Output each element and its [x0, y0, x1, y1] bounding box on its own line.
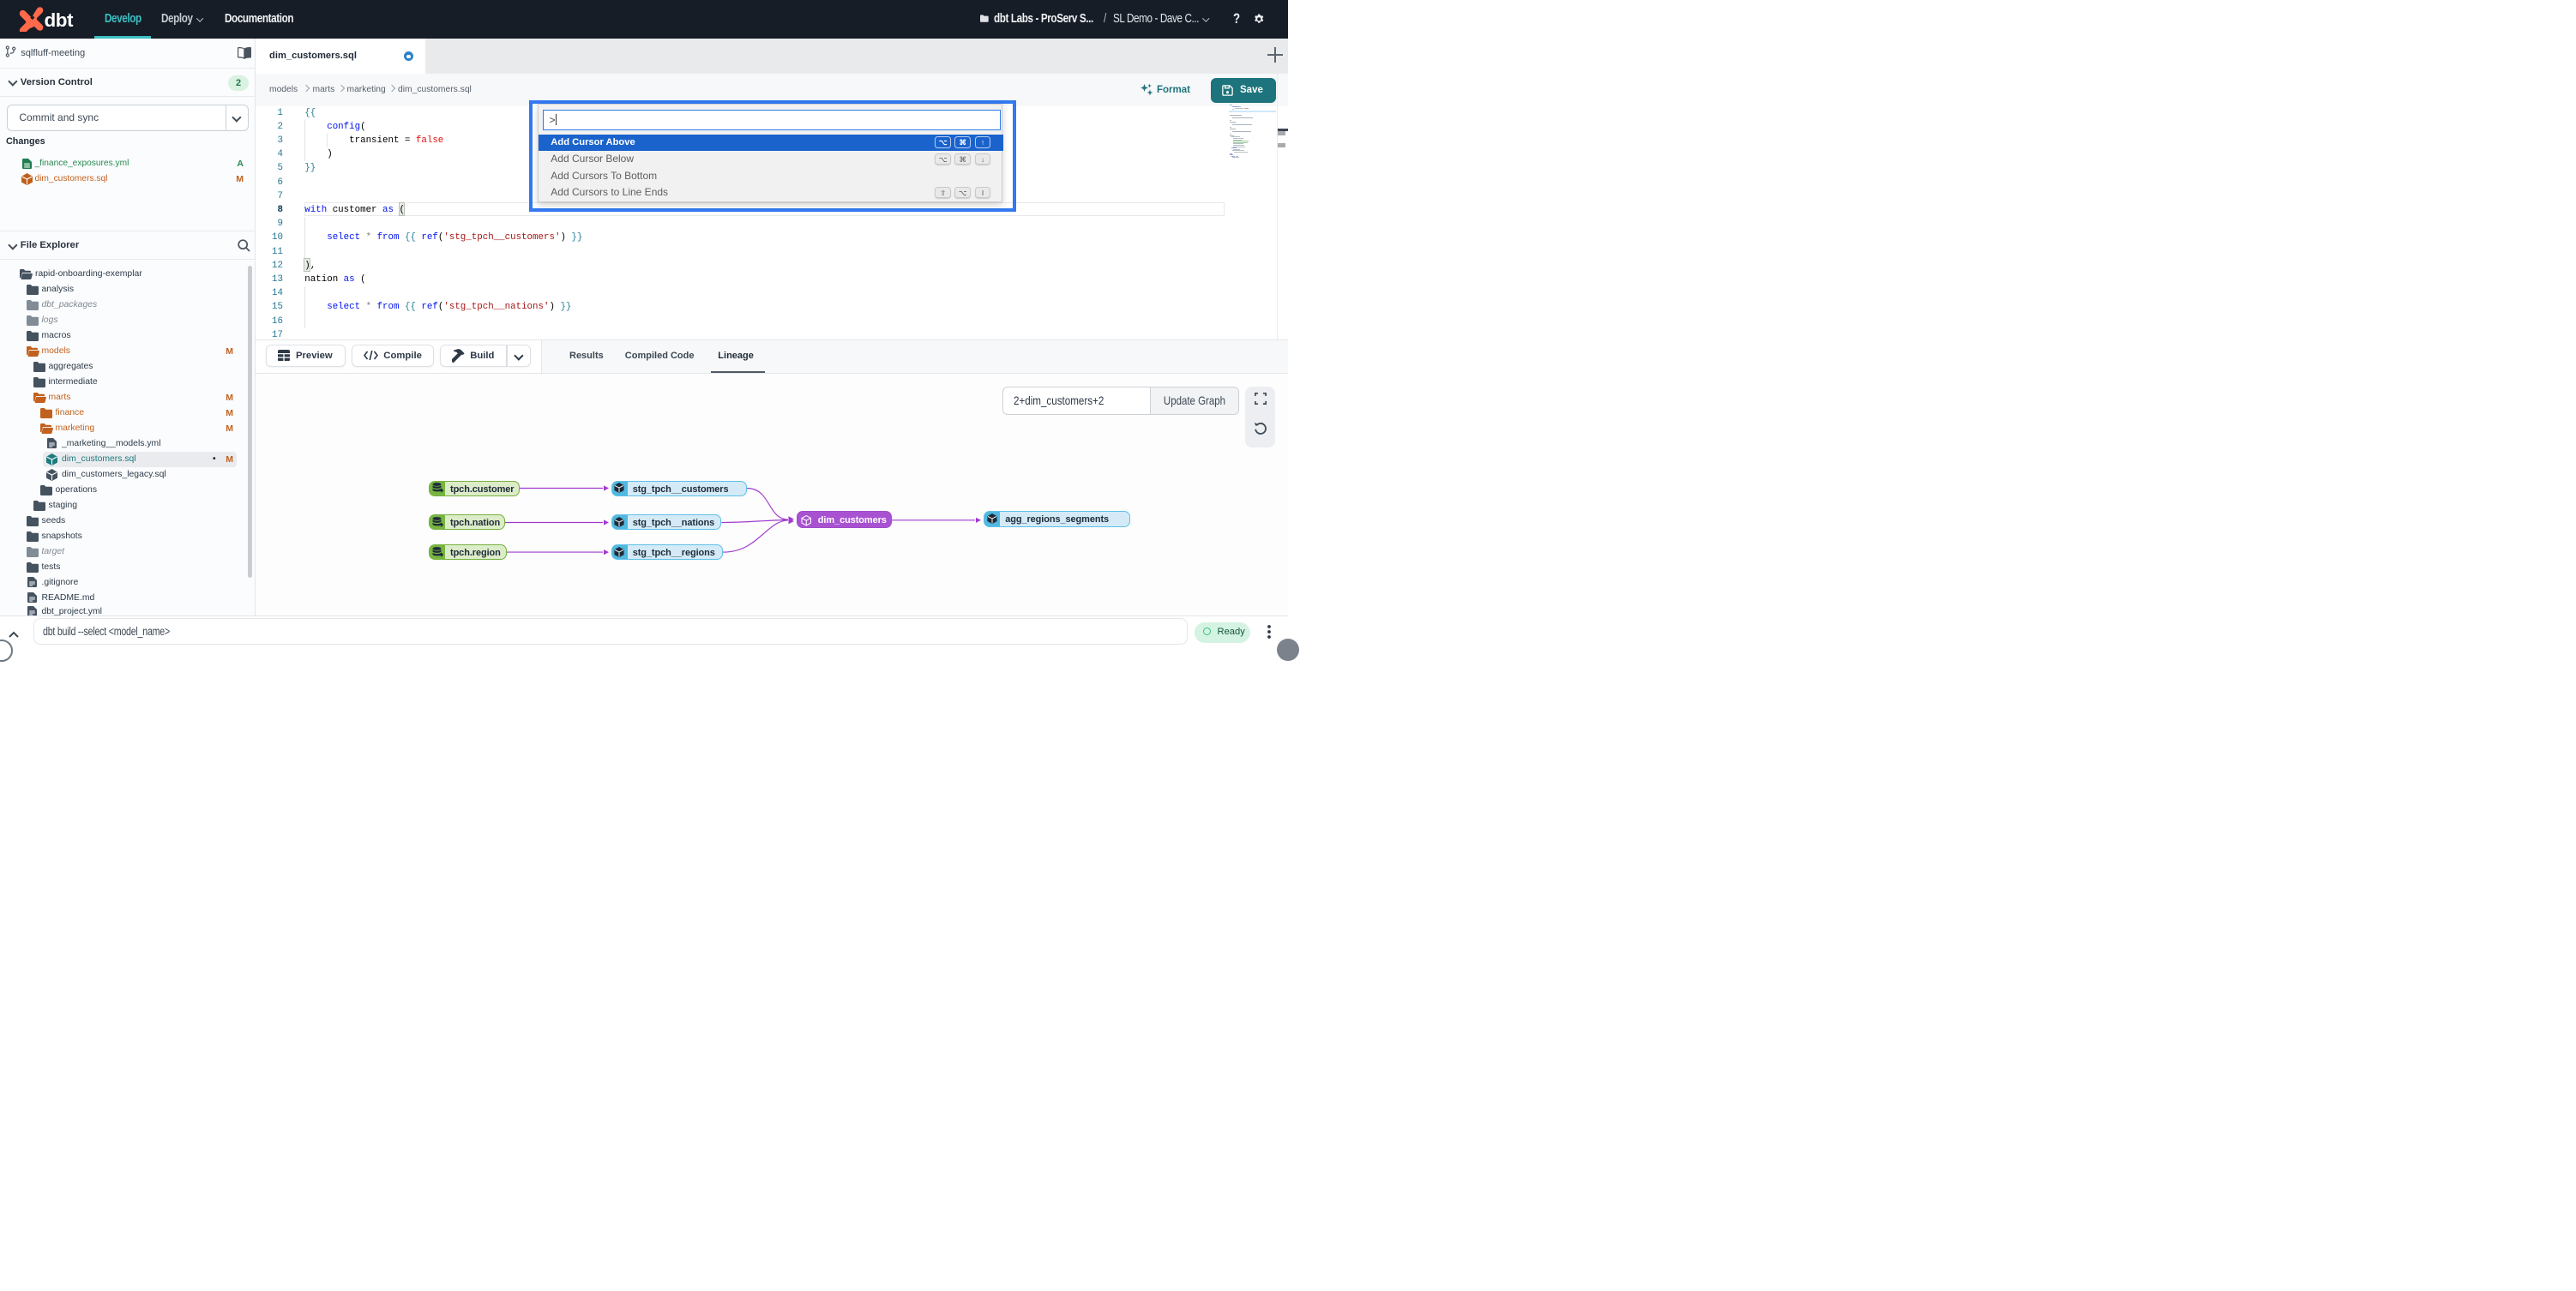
svg-text:dbt: dbt — [45, 9, 74, 31]
